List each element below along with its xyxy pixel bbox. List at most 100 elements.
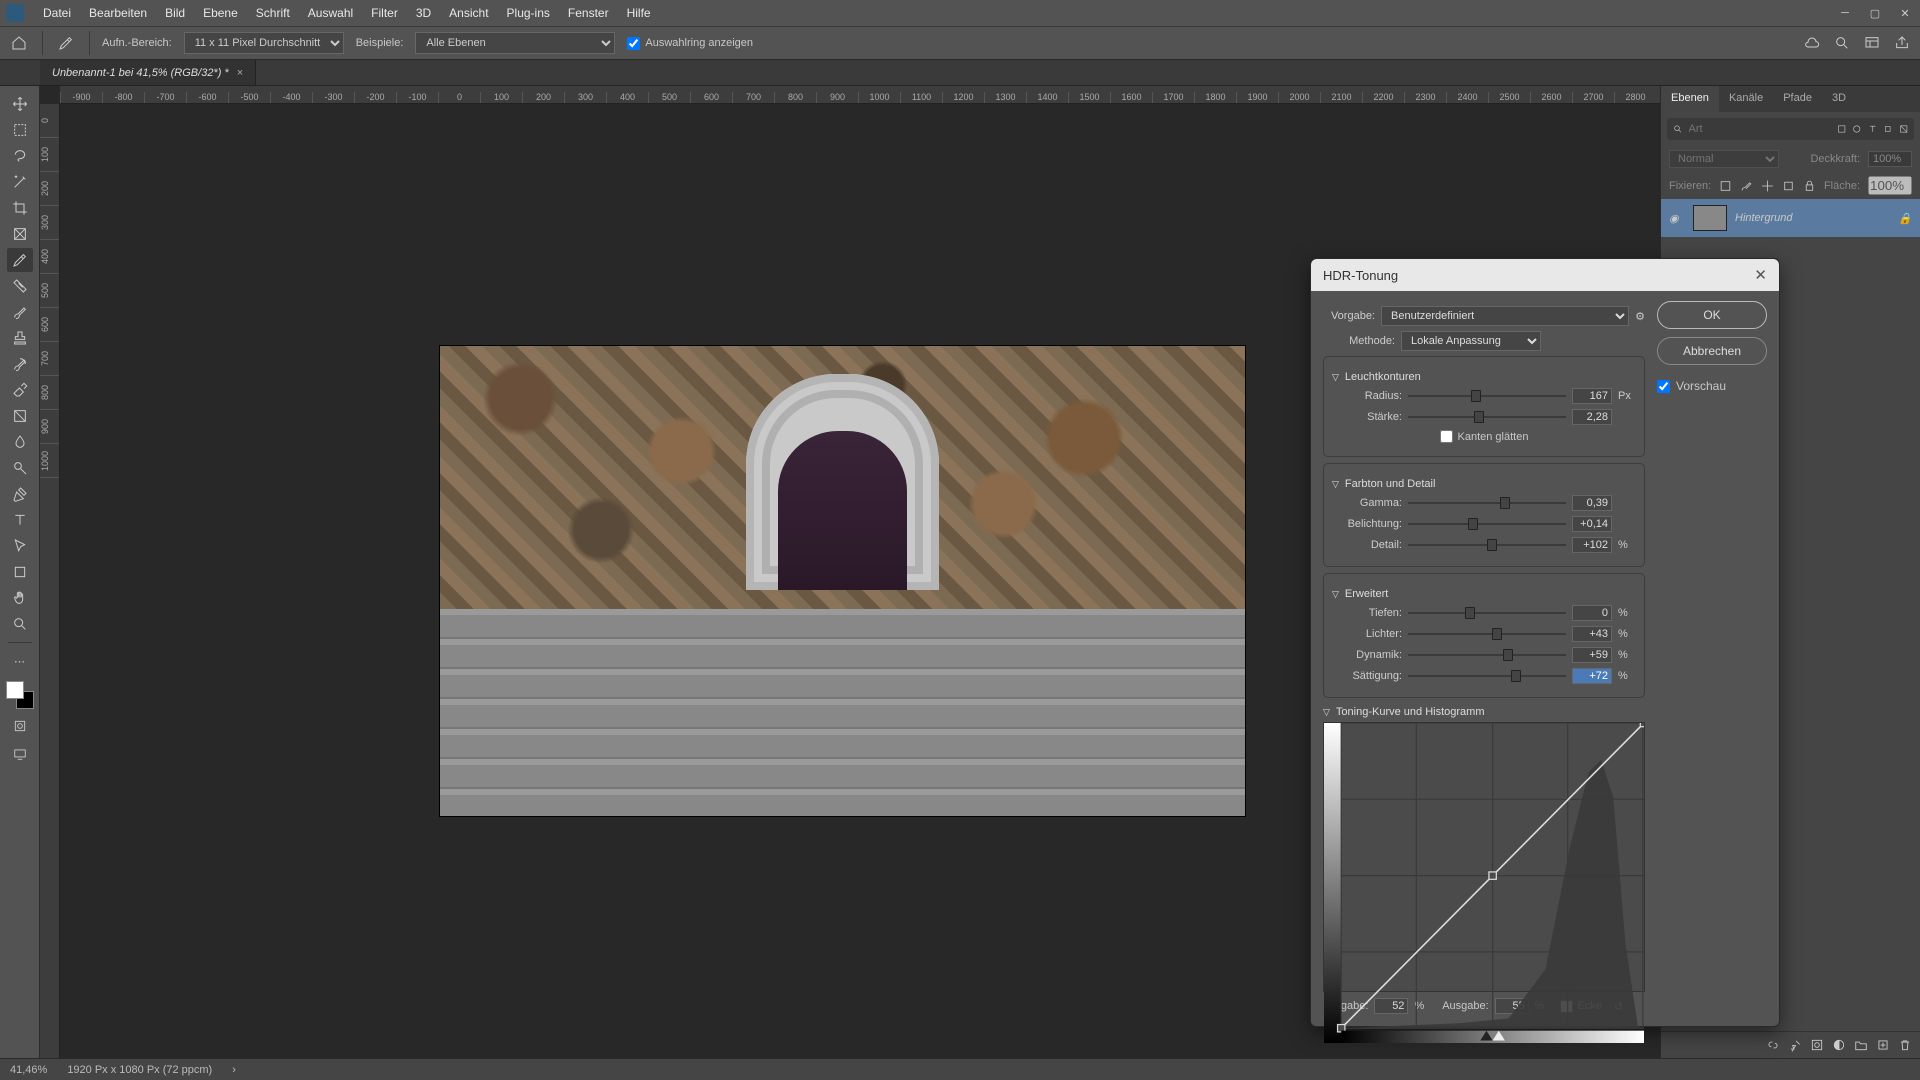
minimize-button[interactable]: ─ — [1830, 0, 1860, 26]
menu-hilfe[interactable]: Hilfe — [618, 2, 660, 24]
maximize-button[interactable]: ▢ — [1860, 0, 1890, 26]
section-tonedetail[interactable]: ▽Farbton und Detail — [1332, 478, 1636, 490]
vibrance-slider[interactable] — [1408, 648, 1566, 662]
hand-tool-icon[interactable] — [7, 586, 33, 610]
shape-tool-icon[interactable] — [7, 560, 33, 584]
home-icon[interactable] — [8, 32, 30, 54]
zoom-tool-icon[interactable] — [7, 612, 33, 636]
menu-3d[interactable]: 3D — [407, 2, 440, 24]
blur-tool-icon[interactable] — [7, 430, 33, 454]
smooth-edges-input[interactable] — [1440, 430, 1453, 443]
menu-plugins[interactable]: Plug-ins — [498, 2, 559, 24]
hdr-toning-dialog[interactable]: HDR-Tonung ✕ Vorgabe: Benutzerdefiniert … — [1310, 258, 1780, 1027]
filter-smart-icon[interactable] — [1899, 122, 1909, 136]
search-icon[interactable] — [1832, 33, 1852, 53]
section-curve[interactable]: ▽Toning-Kurve und Histogramm — [1323, 706, 1645, 718]
type-tool-icon[interactable] — [7, 508, 33, 532]
tab-pfade[interactable]: Pfade — [1773, 86, 1822, 112]
dialog-close-icon[interactable]: ✕ — [1754, 266, 1767, 284]
strength-slider[interactable] — [1408, 410, 1566, 424]
dodge-tool-icon[interactable] — [7, 456, 33, 480]
preview-input[interactable] — [1657, 380, 1670, 393]
menu-filter[interactable]: Filter — [362, 2, 407, 24]
lock-artboard-icon[interactable] — [1782, 179, 1795, 193]
eraser-tool-icon[interactable] — [7, 378, 33, 402]
eyedropper-tool-icon[interactable] — [7, 248, 33, 272]
mask-icon[interactable] — [1810, 1038, 1824, 1052]
layer-filter-input[interactable] — [1689, 123, 1831, 135]
new-layer-icon[interactable] — [1876, 1038, 1890, 1052]
sample-type-select[interactable]: Alle Ebenen — [415, 32, 615, 54]
color-swatch[interactable] — [6, 681, 34, 709]
lock-move-icon[interactable] — [1761, 179, 1774, 193]
filter-shape-icon[interactable] — [1883, 122, 1893, 136]
menu-ansicht[interactable]: Ansicht — [440, 2, 497, 24]
layer-thumbnail[interactable] — [1693, 205, 1727, 231]
visibility-icon[interactable]: ◉ — [1669, 212, 1685, 225]
close-button[interactable]: ✕ — [1890, 0, 1920, 26]
move-tool-icon[interactable] — [7, 92, 33, 116]
gamma-value[interactable]: 0,39 — [1572, 495, 1612, 511]
strength-value[interactable]: 2,28 — [1572, 409, 1612, 425]
cancel-button[interactable]: Abbrechen — [1657, 337, 1767, 365]
lock-all-icon[interactable] — [1803, 179, 1816, 193]
workspace-icon[interactable] — [1862, 33, 1882, 53]
detail-slider[interactable] — [1408, 538, 1566, 552]
radius-slider[interactable] — [1408, 389, 1566, 403]
menu-datei[interactable]: Datei — [34, 2, 80, 24]
close-tab-icon[interactable]: × — [237, 67, 243, 79]
section-advanced[interactable]: ▽Erweitert — [1332, 588, 1636, 600]
menu-ebene[interactable]: Ebene — [194, 2, 247, 24]
group-icon[interactable] — [1854, 1038, 1868, 1052]
zoom-level[interactable]: 41,46% — [10, 1064, 47, 1076]
document-tab[interactable]: Unbenannt-1 bei 41,5% (RGB/32*) * × — [40, 60, 256, 85]
highlights-slider[interactable] — [1408, 627, 1566, 641]
detail-value[interactable]: +102 — [1572, 537, 1612, 553]
menu-auswahl[interactable]: Auswahl — [299, 2, 362, 24]
preview-checkbox[interactable]: Vorschau — [1657, 379, 1767, 393]
lock-paint-icon[interactable] — [1740, 179, 1753, 193]
screenmode-icon[interactable] — [7, 743, 33, 765]
exposure-slider[interactable] — [1408, 517, 1566, 531]
menu-bild[interactable]: Bild — [156, 2, 194, 24]
eyedropper-icon[interactable] — [55, 32, 77, 54]
fx-icon[interactable] — [1788, 1038, 1802, 1052]
dialog-titlebar[interactable]: HDR-Tonung ✕ — [1311, 259, 1779, 291]
quickmask-icon[interactable] — [7, 715, 33, 737]
edit-toolbar-icon[interactable]: ⋯ — [7, 649, 33, 673]
sample-size-select[interactable]: 11 x 11 Pixel Durchschnitt — [184, 32, 344, 54]
show-ring-checkbox[interactable]: Auswahlring anzeigen — [627, 37, 753, 50]
opacity-input[interactable] — [1868, 151, 1912, 167]
frame-tool-icon[interactable] — [7, 222, 33, 246]
smooth-edges-checkbox[interactable]: Kanten glätten — [1440, 430, 1529, 443]
lock-pixels-icon[interactable] — [1719, 179, 1732, 193]
saturation-value[interactable]: +72 — [1572, 668, 1612, 684]
ok-button[interactable]: OK — [1657, 301, 1767, 329]
vibrance-value[interactable]: +59 — [1572, 647, 1612, 663]
exposure-value[interactable]: +0,14 — [1572, 516, 1612, 532]
cloud-icon[interactable] — [1802, 33, 1822, 53]
filter-image-icon[interactable] — [1837, 122, 1847, 136]
gamma-slider[interactable] — [1408, 496, 1566, 510]
fill-input[interactable] — [1868, 176, 1912, 195]
tab-ebenen[interactable]: Ebenen — [1661, 86, 1719, 112]
history-brush-tool-icon[interactable] — [7, 352, 33, 376]
section-edgeglow[interactable]: ▽Leuchtkonturen — [1332, 371, 1636, 383]
toning-curve[interactable] — [1323, 722, 1645, 992]
lasso-tool-icon[interactable] — [7, 144, 33, 168]
brush-tool-icon[interactable] — [7, 300, 33, 324]
crop-tool-icon[interactable] — [7, 196, 33, 220]
method-select[interactable]: Lokale Anpassung — [1401, 331, 1541, 351]
link-layers-icon[interactable] — [1766, 1038, 1780, 1052]
shadows-value[interactable]: 0 — [1572, 605, 1612, 621]
adjustment-icon[interactable] — [1832, 1038, 1846, 1052]
menu-bearbeiten[interactable]: Bearbeiten — [80, 2, 156, 24]
highlights-value[interactable]: +43 — [1572, 626, 1612, 642]
menu-fenster[interactable]: Fenster — [559, 2, 618, 24]
menu-schrift[interactable]: Schrift — [247, 2, 299, 24]
gradient-tool-icon[interactable] — [7, 404, 33, 428]
heal-tool-icon[interactable] — [7, 274, 33, 298]
tab-kanaele[interactable]: Kanäle — [1719, 86, 1773, 112]
chevron-right-icon[interactable]: › — [232, 1064, 236, 1076]
gear-icon[interactable]: ⚙ — [1635, 310, 1645, 323]
